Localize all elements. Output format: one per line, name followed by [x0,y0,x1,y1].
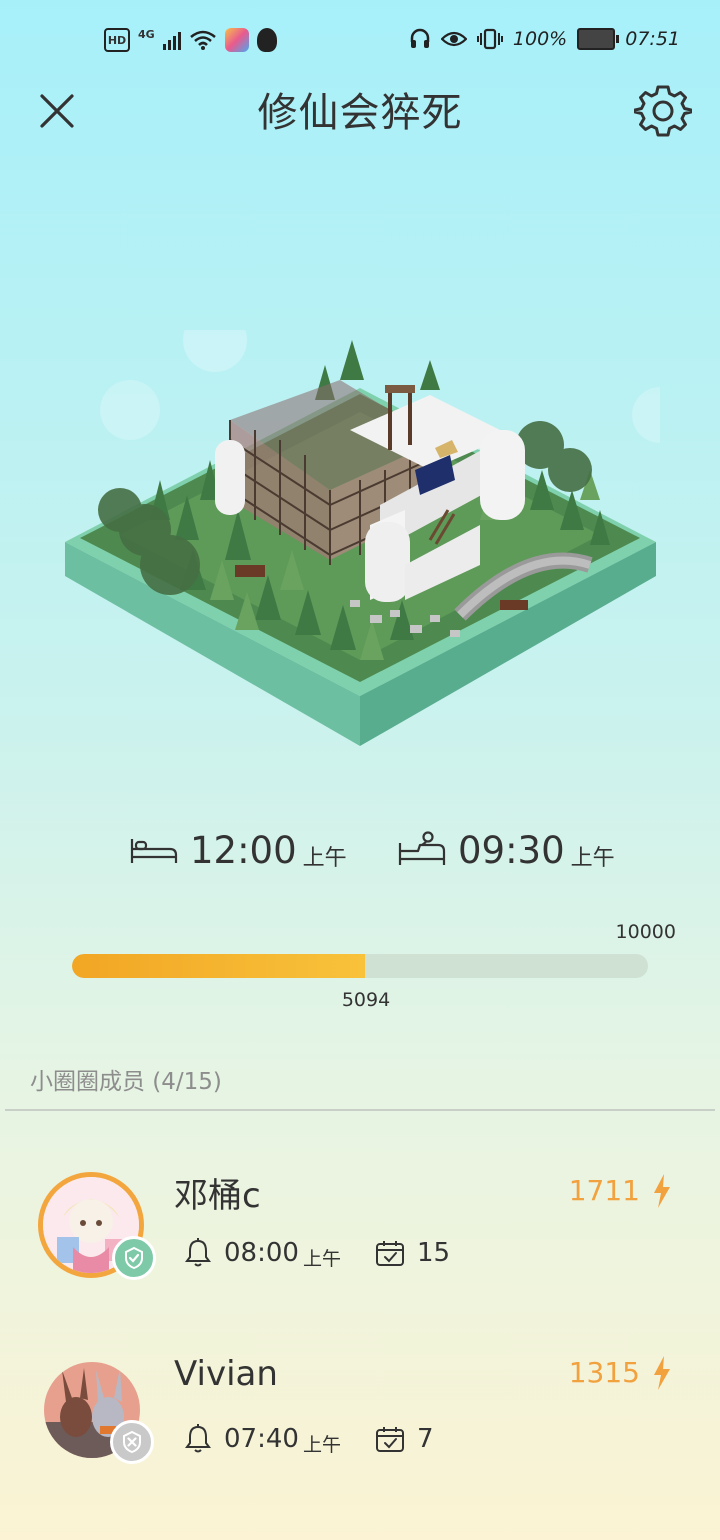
bedtime-period: 上午 [302,846,347,871]
member-row[interactable]: Vivian 1315 07:40 上午 7 [0,1354,720,1512]
bed-icon [130,839,178,863]
page-title: 修仙会猝死 [257,90,463,136]
bell-icon [185,1238,211,1267]
bell-icon [185,1424,211,1453]
member-row[interactable]: 邓桶c 1711 08:00 上午 15 [0,1172,720,1322]
status-off-badge-icon [110,1420,154,1464]
member-stats: 07:40 上午 7 [184,1424,434,1456]
member-alarm: 08:00 [224,1238,299,1268]
member-score: 1315 [568,1356,640,1389]
member-days: 15 [416,1238,451,1268]
app-notification-icon [224,28,249,52]
progress-max: 10000 [615,921,676,943]
x-shield-icon [123,1430,141,1454]
divider [5,1109,715,1111]
status-left-icons: HD 4G [104,28,277,52]
wake-time: 09:30 上午 [398,820,615,880]
clock: 07:51 [625,28,680,50]
member-alarm-period: 上午 [302,1247,341,1270]
close-icon[interactable] [34,88,80,134]
battery-percent: 100% [512,28,568,50]
wake-up-icon [398,831,446,865]
member-alarm: 07:40 [224,1424,299,1454]
calendar-check-icon [375,1427,404,1452]
bedtime-value: 12:00 [190,828,297,872]
eye-comfort-icon [440,31,467,47]
check-shield-icon [125,1246,143,1270]
member-score: 1711 [568,1174,640,1207]
status-bar: HD 4G 100% 07:51 [0,0,720,84]
member-name: Vivian [174,1354,278,1394]
energy-bolt-icon [654,1174,670,1208]
energy-bolt-icon [654,1356,670,1390]
network-type: 4G [138,27,155,41]
hd-icon: HD [104,28,130,52]
verified-badge-icon [112,1236,156,1280]
battery-charging-icon [577,28,620,50]
calendar-check-icon [375,1241,404,1266]
wifi-icon [189,30,216,50]
status-right-icons: 100% 07:51 [409,28,680,50]
sleep-island-illustration [65,330,660,746]
signal-icon [162,30,181,50]
gear-icon[interactable] [634,82,692,140]
progress-bar [72,954,648,978]
wake-time-period: 上午 [570,846,615,871]
member-name: 邓桶c [174,1176,261,1216]
member-stats: 08:00 上午 15 [184,1238,451,1270]
progress-value: 5094 [341,989,391,1011]
members-title: 小圈圈成员 (4/15) [30,1069,222,1095]
bedtime: 12:00 上午 [130,820,347,880]
member-alarm-period: 上午 [302,1433,341,1456]
qq-icon [256,28,277,52]
wake-time-value: 09:30 [458,828,565,872]
member-days: 7 [416,1424,434,1454]
vibrate-icon [476,28,503,50]
headphones-icon [410,28,430,48]
progress-fill [72,954,366,978]
